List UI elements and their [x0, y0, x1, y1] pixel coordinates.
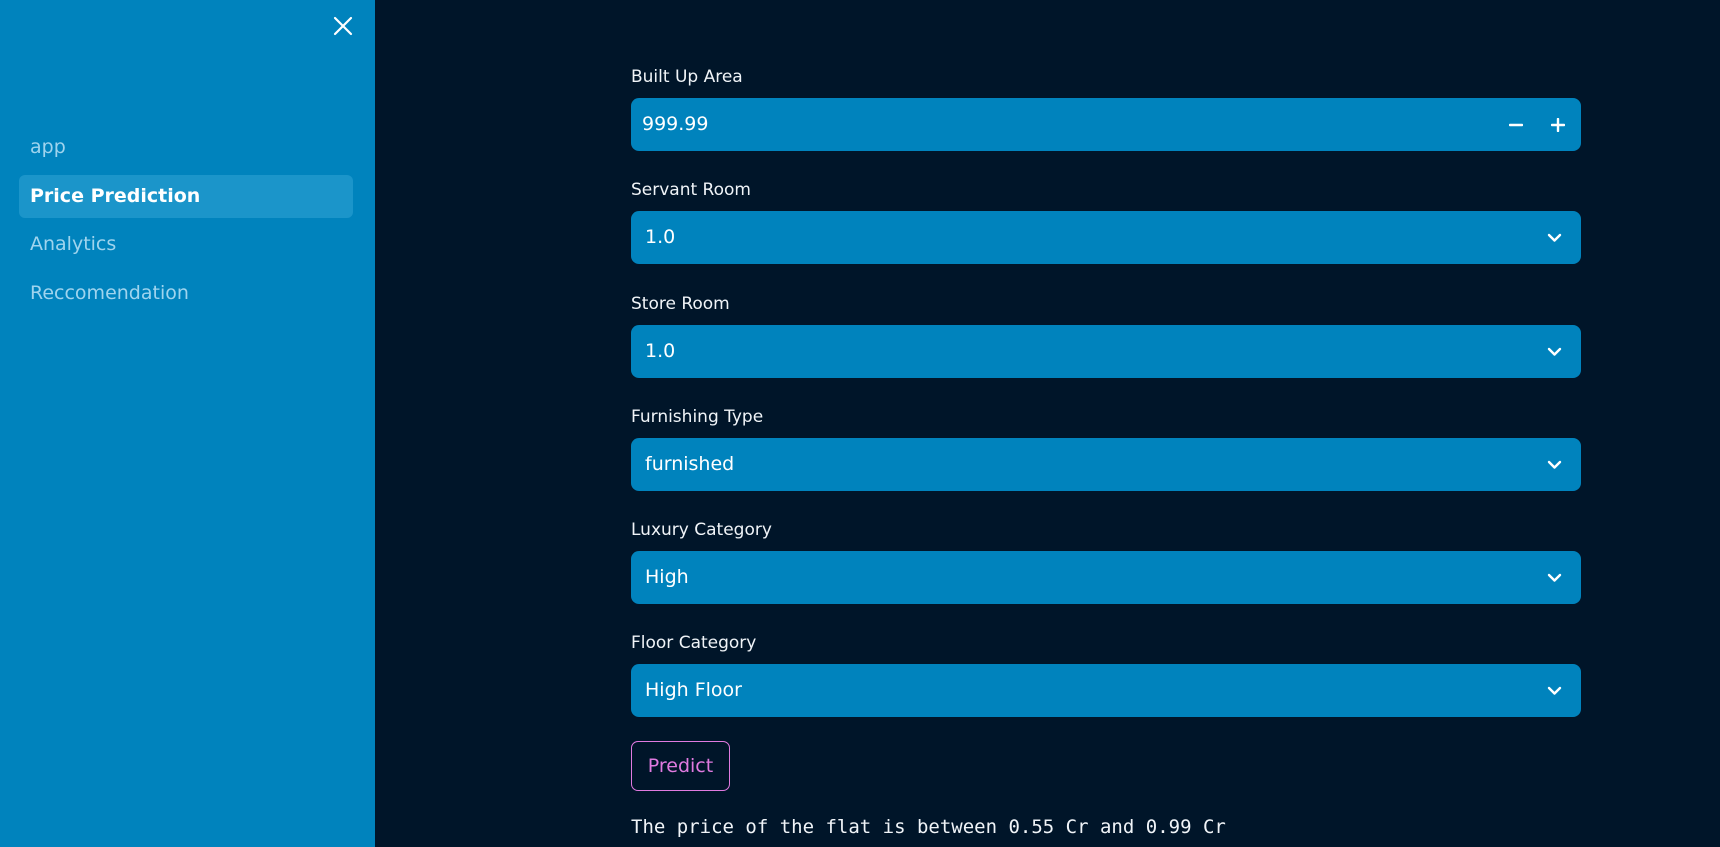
- close-icon[interactable]: [330, 13, 356, 39]
- increment-button[interactable]: [1543, 110, 1573, 140]
- sidebar-item-price-prediction[interactable]: Price Prediction: [19, 174, 353, 218]
- decrement-button[interactable]: [1501, 110, 1531, 140]
- furnishing-type-select[interactable]: furnished: [631, 438, 1581, 491]
- built-up-area-value: 999.99: [642, 113, 709, 135]
- plus-icon: [1551, 118, 1565, 132]
- built-up-area-field: Built Up Area 999.99: [631, 65, 1581, 151]
- floor-category-field: Floor Category High Floor: [631, 631, 1581, 717]
- store-room-select[interactable]: 1.0: [631, 325, 1581, 378]
- floor-category-select[interactable]: High Floor: [631, 664, 1581, 717]
- sidebar-item-reccomendation[interactable]: Reccomendation: [19, 272, 353, 315]
- furnishing-type-value: furnished: [645, 453, 735, 475]
- chevron-down-icon: [1547, 233, 1562, 242]
- minus-icon: [1509, 123, 1523, 127]
- luxury-category-value: High: [645, 566, 689, 588]
- sidebar-item-app[interactable]: app: [19, 126, 353, 169]
- floor-category-value: High Floor: [645, 679, 742, 701]
- luxury-category-label: Luxury Category: [631, 520, 772, 540]
- built-up-area-label: Built Up Area: [631, 67, 743, 87]
- luxury-category-field: Luxury Category High: [631, 518, 1581, 604]
- chevron-down-icon: [1547, 347, 1562, 356]
- servant-room-value: 1.0: [645, 226, 676, 248]
- built-up-area-input[interactable]: 999.99: [631, 98, 1581, 151]
- sidebar-nav: app Price Prediction Analytics Reccomend…: [19, 126, 353, 320]
- chevron-down-icon: [1547, 573, 1562, 582]
- chevron-down-icon: [1547, 460, 1562, 469]
- servant-room-select[interactable]: 1.0: [631, 211, 1581, 264]
- predict-button[interactable]: Predict: [631, 741, 730, 791]
- sidebar: app Price Prediction Analytics Reccomend…: [0, 0, 375, 847]
- sidebar-item-analytics[interactable]: Analytics: [19, 223, 353, 266]
- servant-room-field: Servant Room 1.0: [631, 178, 1581, 264]
- store-room-field: Store Room 1.0: [631, 292, 1581, 378]
- store-room-label: Store Room: [631, 294, 730, 314]
- furnishing-type-label: Furnishing Type: [631, 407, 764, 427]
- luxury-category-select[interactable]: High: [631, 551, 1581, 604]
- floor-category-label: Floor Category: [631, 633, 757, 653]
- servant-room-label: Servant Room: [631, 180, 751, 200]
- chevron-down-icon: [1547, 686, 1562, 695]
- furnishing-type-field: Furnishing Type furnished: [631, 405, 1581, 491]
- store-room-value: 1.0: [645, 340, 676, 362]
- prediction-result-text: The price of the flat is between 0.55 Cr…: [631, 816, 1226, 838]
